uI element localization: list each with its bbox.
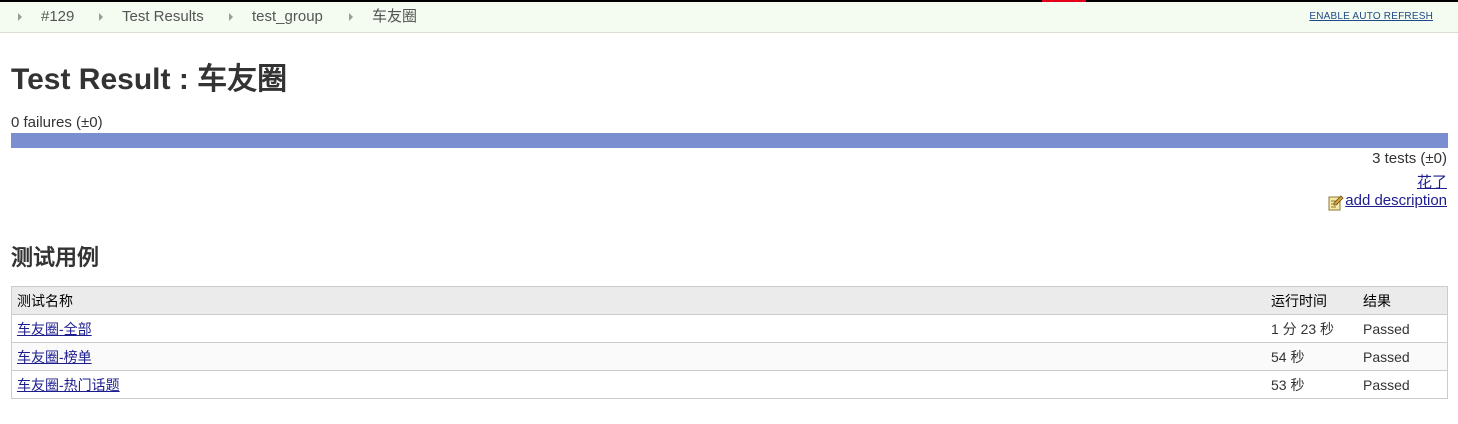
test-status-cell: Passed (1358, 370, 1448, 399)
chevron-right-icon (99, 13, 103, 21)
tests-count: 3 tests (±0) (1372, 150, 1447, 167)
notepad-edit-icon (1328, 194, 1344, 211)
page-title: Test Result : 车友圈 (11, 63, 288, 96)
breadcrumb-item-label: #129 (41, 8, 75, 25)
test-name-link[interactable]: 车友圈-榜单 (17, 349, 92, 365)
duration-link[interactable]: 花了 (1417, 171, 1447, 192)
test-cases-table: 测试名称 运行时间 结果 车友圈-全部 1 分 23 秒 Passed 车友圈-… (11, 286, 1448, 399)
enable-auto-refresh-link[interactable]: ENABLE AUTO REFRESH (1309, 11, 1433, 22)
column-header-name[interactable]: 测试名称 (11, 286, 1266, 315)
test-duration-cell: 54 秒 (1266, 342, 1358, 371)
test-duration-cell: 1 分 23 秒 (1266, 314, 1358, 343)
table-header-row: 测试名称 运行时间 结果 (11, 286, 1448, 315)
breadcrumb-item-label: test_group (252, 8, 323, 25)
breadcrumb-item-build[interactable]: #129 (18, 2, 74, 32)
breadcrumb-item-current[interactable]: 车友圈 (349, 2, 417, 32)
chevron-right-icon (349, 13, 353, 21)
add-description-link[interactable]: add description (1328, 192, 1447, 211)
test-name-link[interactable]: 车友圈-热门话题 (17, 377, 120, 393)
add-description-label: add description (1345, 192, 1447, 209)
chevron-right-icon (18, 13, 22, 21)
test-progress-fill (11, 133, 1448, 148)
test-name-link[interactable]: 车友圈-全部 (17, 321, 92, 337)
test-duration-cell: 53 秒 (1266, 370, 1358, 399)
test-name-cell: 车友圈-榜单 (11, 342, 1266, 371)
breadcrumb: #129 Test Results test_group 车友圈 ENABLE … (0, 2, 1458, 33)
breadcrumb-item-test-results[interactable]: Test Results (99, 2, 204, 32)
test-name-cell: 车友圈-热门话题 (11, 370, 1266, 399)
column-header-duration[interactable]: 运行时间 (1266, 286, 1358, 315)
test-progress-bar (11, 133, 1448, 148)
table-row: 车友圈-热门话题 53 秒 Passed (11, 370, 1448, 399)
table-row: 车友圈-榜单 54 秒 Passed (11, 342, 1448, 371)
breadcrumb-item-label: Test Results (122, 8, 204, 25)
test-status-cell: Passed (1358, 314, 1448, 343)
breadcrumb-item-label: 车友圈 (372, 8, 418, 25)
test-status-cell: Passed (1358, 342, 1448, 371)
column-header-status[interactable]: 结果 (1358, 286, 1448, 315)
breadcrumb-item-test-group[interactable]: test_group (229, 2, 323, 32)
failures-summary: 0 failures (±0) (11, 114, 103, 131)
test-name-cell: 车友圈-全部 (11, 314, 1266, 343)
table-row: 车友圈-全部 1 分 23 秒 Passed (11, 314, 1448, 343)
section-title: 测试用例 (11, 245, 100, 270)
chevron-right-icon (229, 13, 233, 21)
